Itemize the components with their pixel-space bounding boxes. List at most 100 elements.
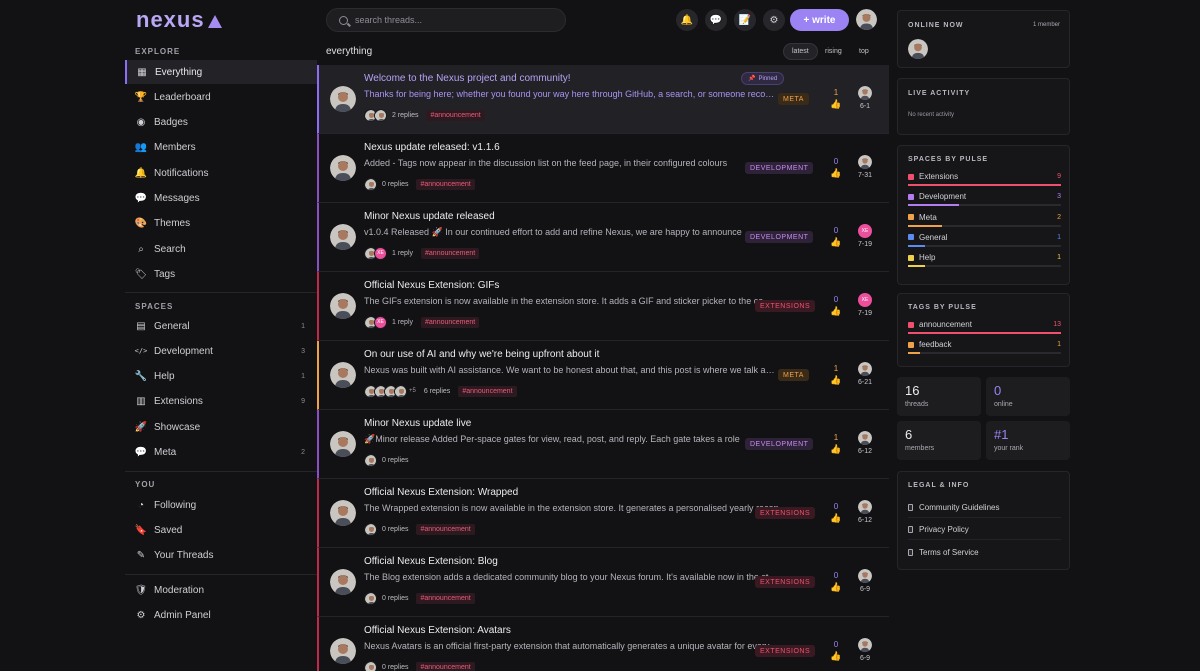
space-tag[interactable]: EXTENSIONS (755, 507, 816, 519)
author-avatar[interactable] (330, 86, 356, 112)
sidebar-item-tags[interactable]: 🏷 Tags (125, 262, 317, 286)
search-input[interactable] (355, 15, 545, 25)
space-tag[interactable]: DEVELOPMENT (745, 162, 814, 174)
pulse-row-help[interactable]: Help 1 (908, 253, 1061, 270)
last-poster-avatar[interactable]: XE (858, 293, 872, 307)
reply-count[interactable]: 1 reply (392, 250, 413, 257)
sidebar-item-help[interactable]: 🔧 Help 1 (125, 365, 317, 389)
sidebar-item-following[interactable]: ◔ Following (125, 493, 317, 517)
participant-avatar[interactable] (364, 591, 377, 605)
author-avatar[interactable] (330, 638, 356, 664)
author-avatar[interactable] (330, 500, 356, 526)
hashtag[interactable]: #announcement (416, 592, 475, 604)
author-avatar[interactable] (330, 431, 356, 457)
upvote-icon[interactable]: 👍 (830, 237, 841, 248)
thread-row[interactable]: Official Nexus Extension: Wrapped The Wra… (317, 479, 889, 548)
thread-row[interactable]: Official Nexus Extension: Blog The Blog e… (317, 548, 889, 617)
legal-link[interactable]: Community Guidelines (908, 498, 1061, 518)
hashtag[interactable]: #announcement (416, 178, 475, 190)
space-tag[interactable]: META (778, 369, 809, 381)
thread-title[interactable]: Welcome to the Nexus project and communi… (364, 73, 571, 84)
thread-title[interactable]: Minor Nexus update live (364, 418, 471, 429)
last-poster-avatar[interactable] (858, 500, 872, 514)
settings-button[interactable]: ⚙ (763, 9, 785, 31)
thread-title[interactable]: Official Nexus Extension: Wrapped (364, 487, 518, 498)
upvote-icon[interactable]: 👍 (830, 375, 841, 386)
sidebar-item-moderation[interactable]: 🛡 Moderation (125, 578, 317, 602)
sort-rising[interactable]: rising (817, 43, 850, 60)
upvote-icon[interactable]: 👍 (830, 168, 841, 179)
hashtag[interactable]: #announcement (416, 523, 475, 535)
last-poster-avatar[interactable] (858, 155, 872, 169)
reply-count[interactable]: 0 replies (382, 595, 408, 602)
last-poster-avatar[interactable] (858, 431, 872, 445)
hashtag[interactable]: #announcement (421, 247, 480, 259)
sidebar-item-extensions[interactable]: ▥ Extensions 9 (125, 390, 317, 414)
thread-row[interactable]: Minor Nexus update released v1.0.4 Releas… (317, 203, 889, 272)
upvote-icon[interactable]: 👍 (830, 444, 841, 455)
thread-title[interactable]: Official Nexus Extension: Blog (364, 556, 498, 567)
pulse-row-general[interactable]: General 1 (908, 233, 1061, 250)
legal-link[interactable]: Terms of Service (908, 542, 1061, 562)
search-bar[interactable] (326, 8, 566, 32)
last-poster-avatar[interactable] (858, 86, 872, 100)
sidebar-item-meta[interactable]: 💬 Meta 2 (125, 441, 317, 465)
thread-row[interactable]: On our use of AI and why we're being upf… (317, 341, 889, 410)
sidebar-item-development[interactable]: </> Development 3 (125, 339, 317, 363)
author-avatar[interactable] (330, 569, 356, 595)
pulse-row-extensions[interactable]: Extensions 9 (908, 172, 1061, 189)
hashtag[interactable]: #announcement (416, 661, 475, 671)
space-tag[interactable]: EXTENSIONS (755, 300, 816, 312)
space-tag[interactable]: EXTENSIONS (755, 576, 816, 588)
hashtag[interactable]: #announcement (426, 109, 485, 121)
user-avatar[interactable] (856, 9, 877, 30)
participant-avatar[interactable] (374, 108, 387, 122)
reply-count[interactable]: 0 replies (382, 181, 408, 188)
space-tag[interactable]: EXTENSIONS (755, 645, 816, 657)
sort-latest[interactable]: latest (783, 43, 818, 60)
messages-button[interactable]: 💬 (705, 9, 727, 31)
sidebar-item-search[interactable]: ⌕ Search (125, 237, 317, 261)
space-tag[interactable]: DEVELOPMENT (745, 438, 814, 450)
thread-title[interactable]: On our use of AI and why we're being upf… (364, 349, 599, 360)
sidebar-item-badges[interactable]: ◉ Badges (125, 111, 317, 135)
nexus-logo[interactable]: nexus (136, 7, 222, 32)
participant-avatar[interactable] (364, 177, 377, 191)
sidebar-item-themes[interactable]: 🎨 Themes (125, 212, 317, 236)
sidebar-item-everything[interactable]: ▦ Everything (125, 60, 317, 84)
participant-avatar[interactable]: XE (374, 315, 387, 329)
last-poster-avatar[interactable]: XE (858, 224, 872, 238)
space-tag[interactable]: DEVELOPMENT (745, 231, 814, 243)
thread-row[interactable]: Official Nexus Extension: Avatars Nexus A… (317, 617, 889, 671)
space-tag[interactable]: META (778, 93, 809, 105)
thread-row[interactable]: Official Nexus Extension: GIFs The GIFs e… (317, 272, 889, 341)
upvote-icon[interactable]: 👍 (830, 306, 841, 317)
sort-top[interactable]: top (851, 43, 877, 60)
pulse-row-development[interactable]: Development 3 (908, 192, 1061, 209)
participant-avatar[interactable] (394, 384, 407, 398)
reply-count[interactable]: 0 replies (382, 664, 408, 671)
drafts-button[interactable]: 📝 (734, 9, 756, 31)
reply-count[interactable]: 0 replies (382, 526, 408, 533)
thread-title[interactable]: Minor Nexus update released (364, 211, 495, 222)
upvote-icon[interactable]: 👍 (830, 99, 841, 110)
pulse-row-feedback[interactable]: feedback 1 (908, 340, 1061, 357)
participant-avatar[interactable] (364, 522, 377, 536)
sidebar-item-messages[interactable]: 💬 Messages (125, 187, 317, 211)
author-avatar[interactable] (330, 293, 356, 319)
author-avatar[interactable] (330, 155, 356, 181)
sidebar-item-general[interactable]: ▤ General 1 (125, 314, 317, 338)
participant-avatar[interactable]: XE (374, 246, 387, 260)
participant-avatar[interactable] (364, 660, 377, 671)
sidebar-item-leaderboard[interactable]: 🏆 Leaderboard (125, 85, 317, 109)
sidebar-item-notifications[interactable]: 🔔 Notifications (125, 161, 317, 185)
thread-row[interactable]: Nexus update released: v1.1.6 Added - Tag… (317, 134, 889, 203)
last-poster-avatar[interactable] (858, 362, 872, 376)
reply-count[interactable]: 1 reply (392, 319, 413, 326)
legal-link[interactable]: Privacy Policy (908, 520, 1061, 540)
write-button[interactable]: + write (790, 9, 849, 31)
thread-title[interactable]: Nexus update released: v1.1.6 (364, 142, 500, 153)
reply-count[interactable]: 2 replies (392, 112, 418, 119)
author-avatar[interactable] (330, 362, 356, 388)
sidebar-item-showcase[interactable]: 🚀 Showcase (125, 415, 317, 439)
